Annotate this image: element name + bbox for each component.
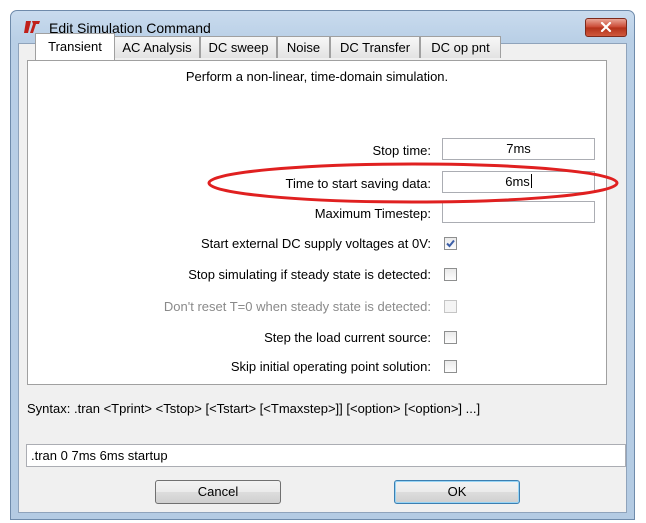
command-field[interactable]: .tran 0 7ms 6ms startup	[26, 444, 626, 467]
close-button[interactable]	[585, 18, 627, 37]
cancel-button[interactable]: Cancel	[155, 480, 281, 504]
tab-dc-op-pnt[interactable]: DC op pnt	[420, 36, 501, 58]
max-timestep-field[interactable]	[442, 201, 595, 223]
step-load-checkbox[interactable]	[444, 331, 457, 344]
ok-button[interactable]: OK	[394, 480, 520, 504]
max-timestep-label: Maximum Timestep:	[314, 206, 431, 221]
dont-reset-checkbox	[444, 300, 457, 313]
option-label-steady-state: Stop simulating if steady state is detec…	[188, 267, 431, 282]
option-label-skip-op: Skip initial operating point solution:	[230, 359, 431, 374]
syntax-text: Syntax: .tran <Tprint> <Tstop> [<Tstart>…	[27, 401, 481, 416]
tab-ac-analysis[interactable]: AC Analysis	[114, 36, 200, 58]
tab-transient[interactable]: Transient	[35, 33, 115, 60]
close-icon	[600, 20, 612, 35]
skip-op-checkbox[interactable]	[444, 360, 457, 373]
stop-time-field[interactable]: 7ms	[442, 138, 595, 160]
steady-state-checkbox[interactable]	[444, 268, 457, 281]
option-label-dont-reset: Don't reset T=0 when steady state is det…	[163, 299, 431, 314]
start-saving-label: Time to start saving data:	[285, 176, 431, 191]
option-label-dc-supply: Start external DC supply voltages at 0V:	[200, 236, 431, 251]
tab-dc-sweep[interactable]: DC sweep	[200, 36, 277, 58]
transient-panel: Perform a non-linear, time-domain simula…	[27, 60, 607, 385]
panel-description: Perform a non-linear, time-domain simula…	[185, 69, 449, 84]
tab-noise[interactable]: Noise	[277, 36, 330, 58]
tab-dc-transfer[interactable]: DC Transfer	[330, 36, 420, 58]
start-saving-field[interactable]: 6ms	[442, 171, 595, 193]
option-label-step-load: Step the load current source:	[264, 330, 431, 345]
stop-time-label: Stop time:	[372, 143, 431, 158]
start-saving-value: 6ms	[505, 174, 530, 189]
text-cursor	[530, 174, 532, 188]
dc-supply-checkbox[interactable]	[444, 237, 457, 250]
